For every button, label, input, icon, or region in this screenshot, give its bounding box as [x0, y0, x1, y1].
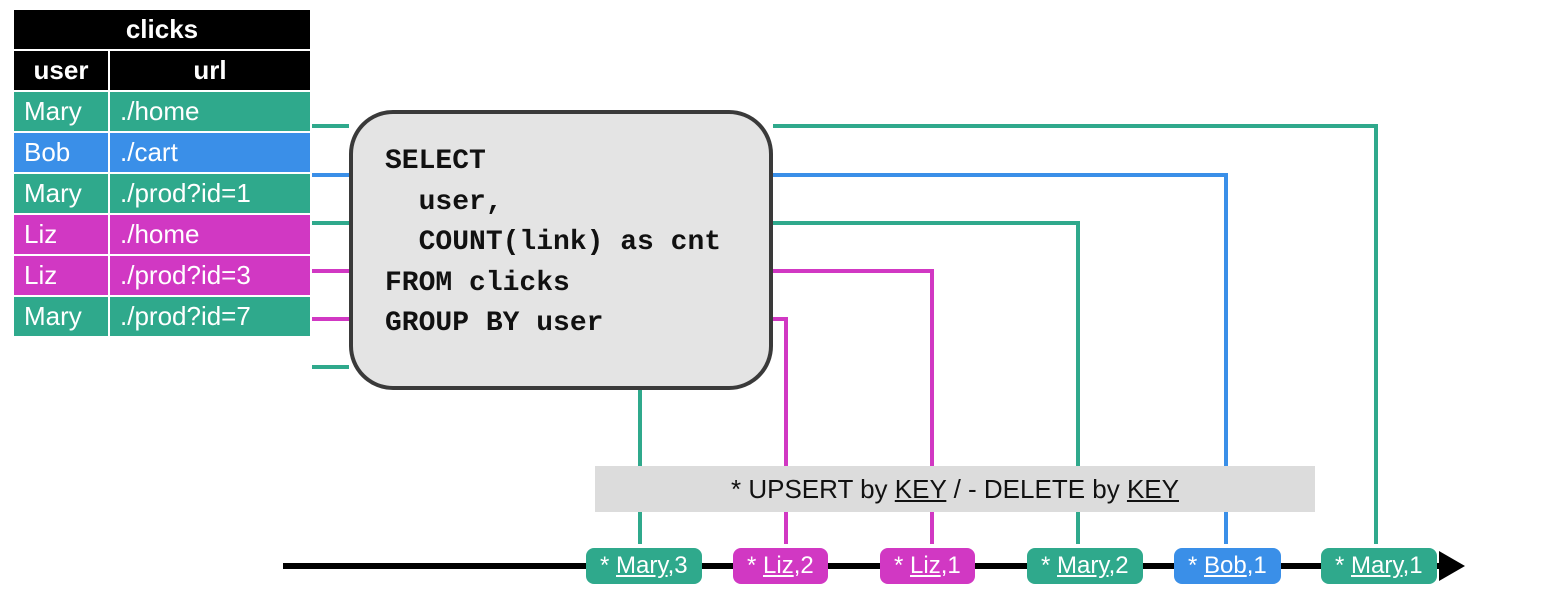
output-event-pill: * Mary,2 — [1027, 548, 1143, 584]
pill-symbol: * — [1188, 552, 1204, 579]
legend-key1: KEY — [895, 474, 947, 504]
pill-value: ,3 — [668, 552, 688, 579]
pill-symbol: * — [894, 552, 910, 579]
output-event-pill: * Mary,1 — [1321, 548, 1437, 584]
pill-value: ,1 — [941, 552, 961, 579]
pill-value: ,1 — [1403, 552, 1423, 579]
pill-value: ,1 — [1247, 552, 1267, 579]
cell-user: Mary — [13, 296, 109, 337]
clicks-table: clicks user url Mary./homeBob./cartMary.… — [12, 8, 312, 338]
pill-key: Mary — [1057, 552, 1109, 579]
cell-user: Mary — [13, 173, 109, 214]
output-event-pill: * Bob,1 — [1174, 548, 1281, 584]
legend-bar: * UPSERT by KEY / - DELETE by KEY — [595, 466, 1315, 512]
table-row: Mary./home — [13, 91, 311, 132]
table-row: Bob./cart — [13, 132, 311, 173]
table-row: Liz./prod?id=3 — [13, 255, 311, 296]
pill-key: Mary — [1351, 552, 1403, 579]
table-row: Liz./home — [13, 214, 311, 255]
output-event-pill: * Liz,1 — [880, 548, 975, 584]
table-title: clicks — [13, 9, 311, 50]
cell-user: Liz — [13, 214, 109, 255]
sql-query-box: SELECT user, COUNT(link) as cnt FROM cli… — [349, 110, 773, 390]
col-header-url: url — [109, 50, 311, 91]
col-header-user: user — [13, 50, 109, 91]
cell-user: Mary — [13, 91, 109, 132]
pill-symbol: * — [747, 552, 763, 579]
legend-mid: / - DELETE by — [946, 474, 1127, 504]
output-event-pill: * Liz,2 — [733, 548, 828, 584]
table-row: Mary./prod?id=7 — [13, 296, 311, 337]
pill-key: Liz — [910, 552, 941, 579]
pill-value: ,2 — [1109, 552, 1129, 579]
table-row: Mary./prod?id=1 — [13, 173, 311, 214]
pill-symbol: * — [1335, 552, 1351, 579]
cell-url: ./prod?id=7 — [109, 296, 311, 337]
output-event-pill: * Mary,3 — [586, 548, 702, 584]
pill-symbol: * — [600, 552, 616, 579]
pill-symbol: * — [1041, 552, 1057, 579]
cell-url: ./prod?id=3 — [109, 255, 311, 296]
cell-url: ./home — [109, 214, 311, 255]
legend-key2: KEY — [1127, 474, 1179, 504]
cell-url: ./home — [109, 91, 311, 132]
cell-url: ./prod?id=1 — [109, 173, 311, 214]
pill-key: Bob — [1204, 552, 1247, 579]
cell-user: Bob — [13, 132, 109, 173]
cell-user: Liz — [13, 255, 109, 296]
cell-url: ./cart — [109, 132, 311, 173]
legend-prefix: * UPSERT by — [731, 474, 895, 504]
pill-value: ,2 — [794, 552, 814, 579]
pill-key: Mary — [616, 552, 668, 579]
pill-key: Liz — [763, 552, 794, 579]
